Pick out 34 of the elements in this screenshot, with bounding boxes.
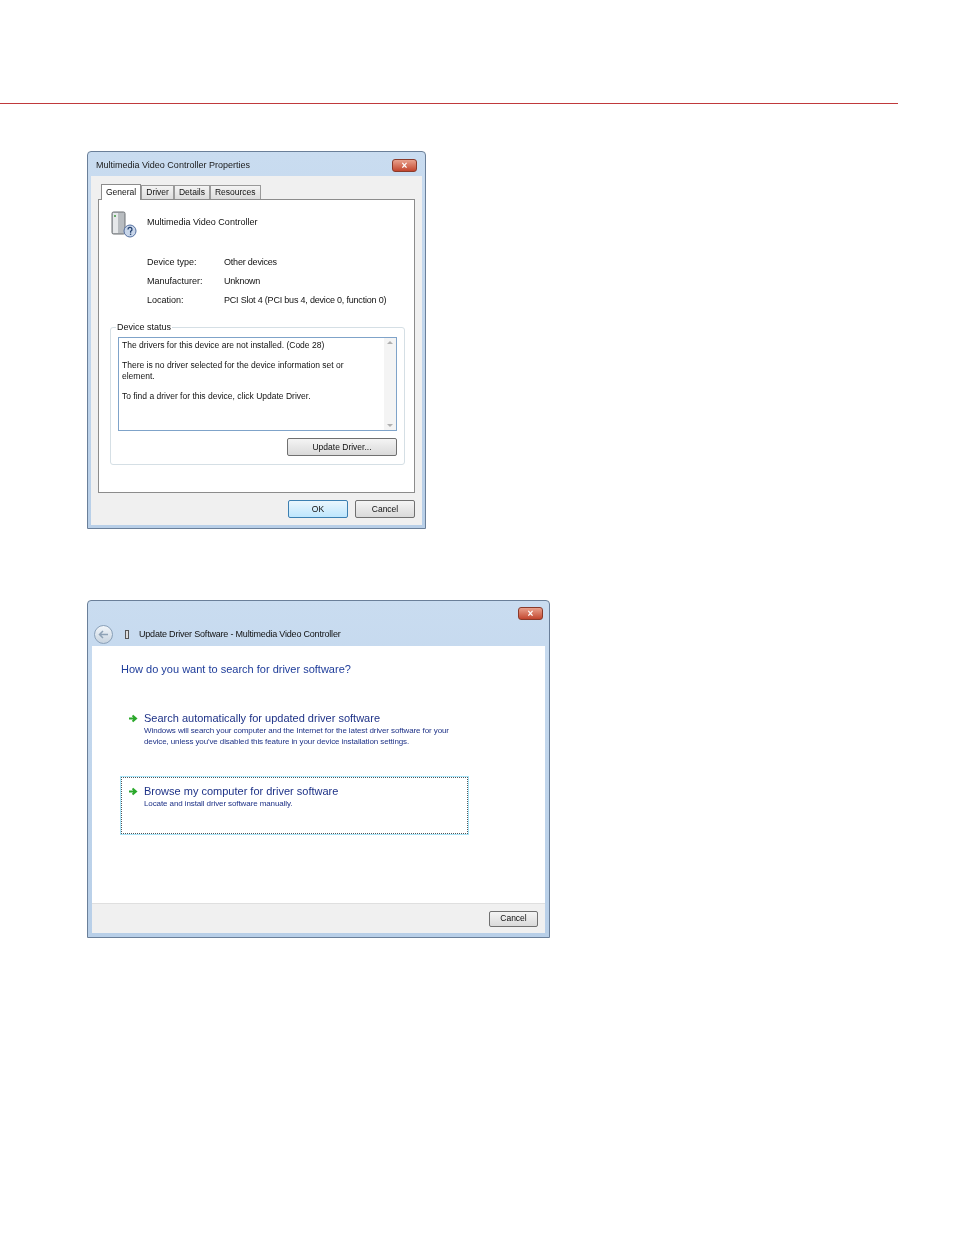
field-value: PCI Slot 4 (PCI bus 4, device 0, function 0): [224, 293, 387, 307]
window-title: Multimedia Video Controller Properties: [96, 158, 250, 172]
cancel-button[interactable]: Cancel: [355, 500, 415, 518]
cancel-button[interactable]: Cancel: [489, 910, 538, 927]
field-value: Other devices: [224, 255, 277, 269]
status-text: There is no driver selected for the device information set or element.: [122, 360, 345, 382]
arrow-icon: [128, 713, 138, 723]
field-label: Manufacturer:: [147, 274, 204, 288]
back-arrow-icon: [98, 630, 109, 639]
tab[interactable]: Resources: [209, 185, 261, 199]
scroll-up-icon: [387, 341, 393, 344]
unknown-device-icon: [110, 211, 137, 238]
arrow-icon: [128, 786, 138, 796]
option-description: Windows will search your computer and the Internet for the latest driver software for your device, unless you've disabled this feature in your device installation settings.: [144, 724, 450, 747]
device-name: Multimedia Video Controller: [147, 216, 258, 229]
status-text: To find a driver for this device, click Update Driver.: [122, 391, 312, 402]
window-title: Update Driver Software - Multimedia Video Controller: [139, 627, 341, 641]
device-icon: [125, 630, 129, 639]
update-driver-button[interactable]: Update Driver...: [287, 438, 397, 456]
scroll-down-icon: [387, 424, 393, 427]
field-value: Unknown: [224, 274, 261, 288]
ok-button[interactable]: OK: [288, 500, 348, 518]
tab[interactable]: Driver: [141, 185, 174, 199]
option-link[interactable]: Browse my computer for driver software Locate and install driver software manually.: [121, 776, 468, 834]
option-title: Browse my computer for driver software: [144, 783, 340, 798]
option-title: Search automatically for updated driver software: [144, 710, 381, 725]
group-label: Device status: [116, 321, 173, 333]
option-description: Locate and install driver software manually.: [144, 797, 294, 809]
field-label: Device type:: [147, 255, 198, 269]
field-label: Location:: [147, 293, 185, 307]
status-text: The drivers for this device are not installed. (Code 28): [122, 340, 326, 351]
tab[interactable]: Details: [173, 185, 210, 199]
tab[interactable]: General: [101, 184, 142, 200]
page-heading: How do you want to search for driver software?: [121, 662, 352, 677]
